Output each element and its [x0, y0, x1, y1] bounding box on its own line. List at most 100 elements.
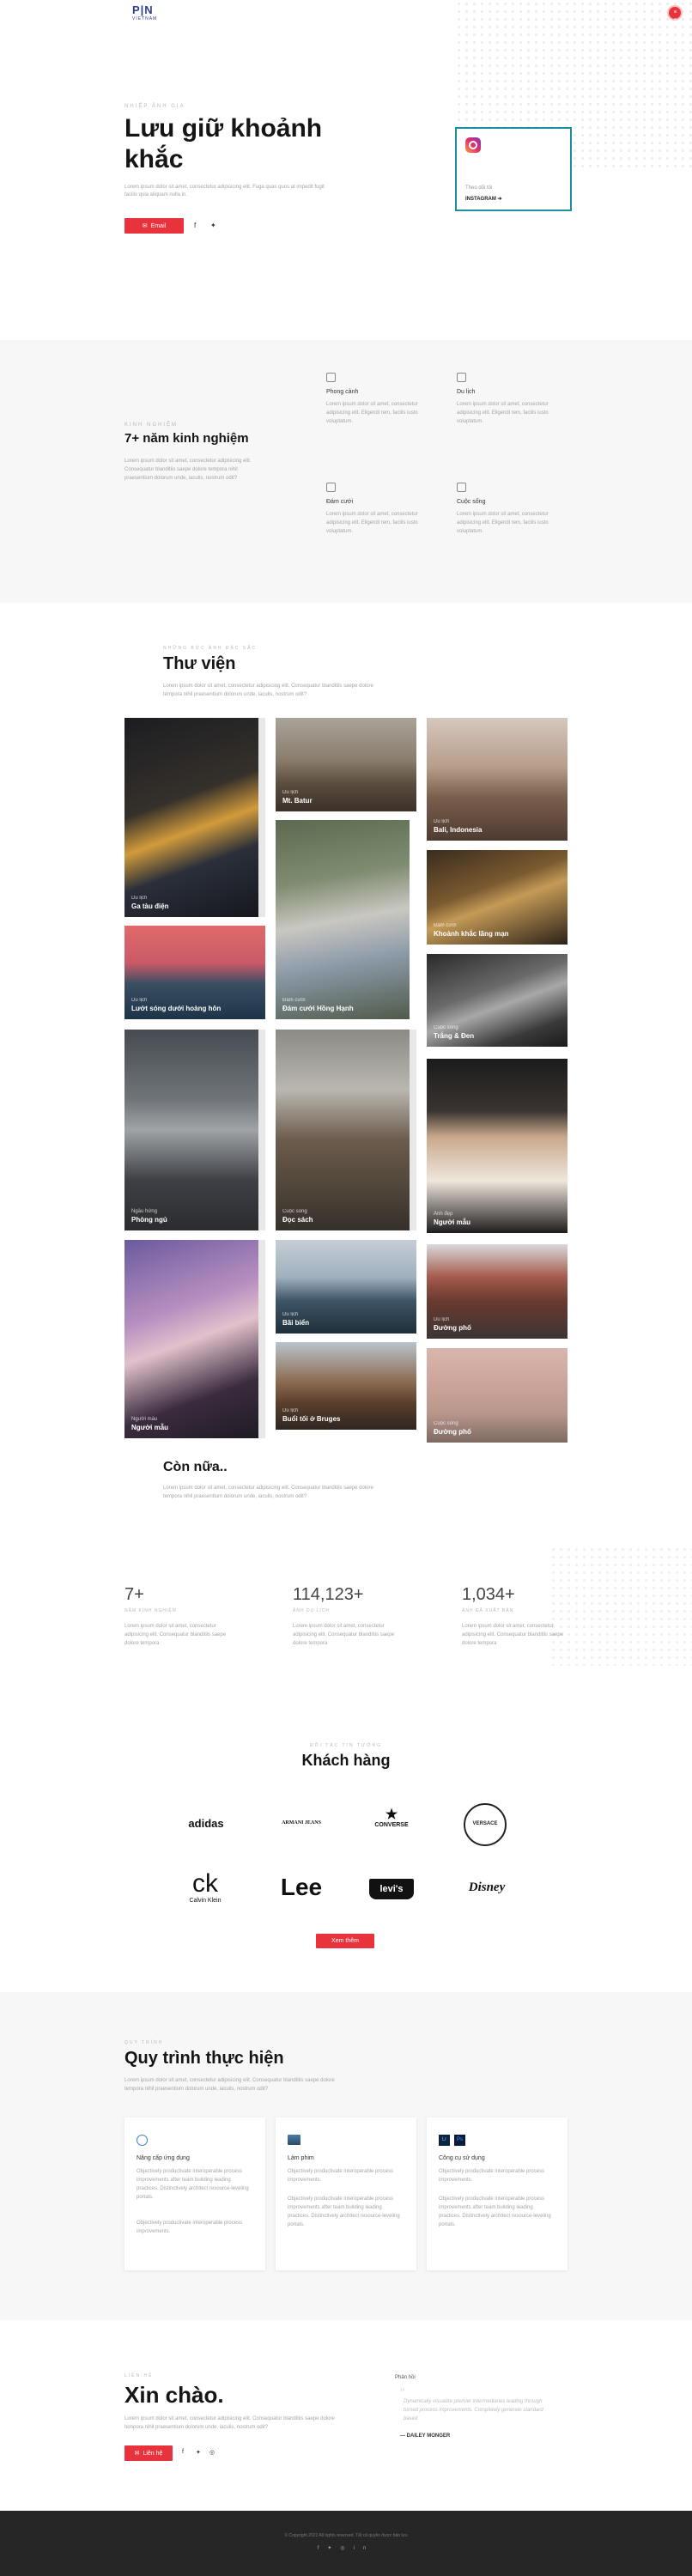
gallery-item-bali[interactable]: Du lịch Bali, Indonesia [427, 718, 568, 841]
feature-title: Du lịch [457, 389, 476, 395]
gallery-item-category: Du lịch [282, 790, 299, 795]
gallery-item-category: Cuộc sống [282, 1209, 307, 1214]
twitter-icon[interactable]: ✦ [210, 222, 216, 229]
calvin-klein-monogram: ck [192, 1869, 218, 1898]
step-text: Objectively productivate interoperable p… [137, 2221, 243, 2234]
contact-button[interactable]: ✉ Liên hệ [124, 2445, 173, 2461]
gallery-item-bruges[interactable]: Du lịch Buổi tối ở Bruges [276, 1342, 416, 1430]
gallery-item-title: Phòng ngủ [131, 1216, 167, 1224]
process-step-film: Làm phim Objectively productivate intero… [276, 2117, 416, 2270]
gallery-item-title: Mt. Batur [282, 797, 313, 805]
gallery-item-category: Người mẫu [131, 1417, 158, 1422]
gallery-item-title: Đường phố [434, 1428, 471, 1436]
gallery-item-title: Đọc sách [282, 1216, 313, 1224]
hero-title: Lưu giữ khoảnh khắc [124, 113, 322, 175]
client-logo-levis-text: levi's [379, 1884, 404, 1894]
site-logo[interactable]: P|N VIETNAM [132, 3, 168, 26]
stat-value: 1,034+ [462, 1585, 515, 1604]
gallery-item-duong-pho[interactable]: Du lịch Đường phố [427, 1244, 568, 1339]
client-logo-converse: ★ CONVERSE [367, 1807, 416, 1829]
contact-text: Lorem ipsum dolor sit amet, consectetur … [124, 2416, 335, 2430]
client-logo-converse-text: CONVERSE [374, 1822, 409, 1828]
gallery-item-edge [258, 1030, 265, 1230]
gallery-item-title: Đám cưới Hồng Hạnh [282, 1005, 354, 1012]
instagram-card[interactable]: Theo dõi tôi INSTAGRAM ➔ [455, 127, 572, 211]
client-logo-versace: VERSACE [464, 1803, 507, 1846]
email-button[interactable]: ✉ Email [124, 218, 184, 234]
feature-title: Đám cưới [326, 499, 354, 505]
gallery-item-title: Khoảnh khắc lãng mạn [434, 930, 509, 938]
process-eyebrow: Quy trình [124, 2040, 164, 2045]
lightroom-icon: Lr [439, 2135, 450, 2146]
gallery-item-category: Đám cưới [282, 998, 306, 1003]
logo-mark: P|N [132, 3, 154, 16]
testimonial-text: Dynamically visualize premier intermedia… [404, 2399, 543, 2421]
feature-title: Cuộc sống [457, 499, 486, 505]
client-logo-levis: levi's [369, 1879, 414, 1899]
gallery-item-luot-song[interactable]: Du lịch Lướt sóng dưới hoàng hôn [124, 926, 265, 1019]
testimonial-label: Phản hồi [395, 2375, 416, 2380]
footer-social: f✦◎in [0, 2545, 692, 2551]
client-logo-calvin-klein: ck Calvin Klein [177, 1869, 234, 1905]
gallery-item-title: Ga tàu điện [131, 902, 169, 910]
gallery-item-doc-sach[interactable]: Cuộc sống Đọc sách [276, 1030, 416, 1230]
facebook-icon[interactable]: f [318, 2546, 328, 2551]
gallery-item-category: Cuộc sống [434, 1421, 458, 1426]
converse-star-icon: ★ [385, 1807, 398, 1822]
stat-value: 7+ [124, 1585, 144, 1604]
feature-text: Lorem ipsum dolor sit amet, consectetur … [326, 512, 418, 534]
process-step-tools: Lr Ps Công cụ sử dụng Objectively produc… [427, 2117, 568, 2270]
gallery-item-title: Đường phố [434, 1324, 471, 1332]
gallery-item-bai-bien[interactable]: Du lịch Bãi biển [276, 1240, 416, 1334]
gallery-item-ga-tau-dien[interactable]: Du lịch Ga tàu điện [124, 718, 265, 917]
gallery-item-duong-pho-2[interactable]: Cuộc sống Đường phố [427, 1348, 568, 1443]
envelope-icon: ✉ [134, 2451, 140, 2457]
feature-text: Lorem ipsum dolor sit amet, consectetur … [457, 402, 549, 424]
feature-title: Phong cảnh [326, 389, 359, 395]
gallery-item-category: Ảnh đẹp [434, 1212, 453, 1217]
gallery-item-edge [410, 1030, 416, 1230]
contact-eyebrow: Liên hệ [124, 2373, 154, 2379]
instagram-link[interactable]: INSTAGRAM ➔ [465, 196, 502, 202]
gallery-item-title: Trắng & Đen [434, 1032, 475, 1040]
twitter-icon[interactable]: ✦ [196, 2449, 201, 2456]
stat-text: Lorem ipsum dolor sit amet, consectetur … [293, 1624, 395, 1646]
linkedin-icon[interactable]: in [354, 2546, 375, 2551]
step-text: Objectively productivate interoperable p… [288, 2196, 400, 2227]
gallery-item-dam-cuoi[interactable]: Đám cưới Đám cưới Hồng Hạnh [276, 820, 410, 1019]
gallery-item-category: Đám cưới [434, 923, 457, 928]
clients-more-button[interactable]: Xem thêm [316, 1934, 374, 1948]
feature-life: Cuộc sống Lorem ipsum dolor sit amet, co… [457, 483, 551, 536]
gallery-item-phong-ngu[interactable]: Ngẫu hứng Phòng ngủ [124, 1030, 265, 1230]
step-title: Nâng cấp ứng dụng [137, 2155, 190, 2161]
gallery-item-category: Du lịch [131, 998, 148, 1003]
stat-years: 7+ Năm kinh nghiệm Lorem ipsum dolor sit… [124, 1585, 236, 1648]
gallery-eyebrow: Những bức ảnh đặc sắc [163, 646, 258, 651]
testimonial-author: — DAILEY MONGER [400, 2433, 451, 2439]
twitter-icon[interactable]: ✦ [327, 2546, 340, 2551]
email-button-label: Email [150, 222, 167, 229]
instagram-link-label: INSTAGRAM [465, 197, 496, 202]
process-text: Lorem ipsum dolor sit amet, consectetur … [124, 2078, 335, 2092]
instagram-icon[interactable]: ◎ [209, 2449, 215, 2456]
stat-label: Năm kinh nghiệm [124, 1608, 177, 1613]
client-logo-calvin-klein-text: Calvin Klein [189, 1898, 222, 1904]
clients-title: Khách hàng [301, 1752, 391, 1769]
instagram-icon[interactable]: ◎ [340, 2546, 353, 2551]
instagram-icon [465, 137, 481, 153]
facebook-icon[interactable]: f [194, 222, 196, 229]
step-text: Objectively productivate interoperable p… [439, 2196, 551, 2227]
clients-more-button-label: Xem thêm [331, 1938, 359, 1944]
gallery-item-trang-den[interactable]: Cuộc sống Trắng & Đen [427, 954, 568, 1047]
gallery-item-lang-man[interactable]: Đám cưới Khoảnh khắc lãng mạn [427, 850, 568, 945]
envelope-icon: ✉ [142, 223, 148, 229]
gallery-item-nguoi-mau[interactable]: Ảnh đẹp Người mẫu [427, 1059, 568, 1233]
facebook-icon[interactable]: f [182, 2449, 184, 2455]
gallery-item-mt-batur[interactable]: Du lịch Mt. Batur [276, 718, 416, 811]
gallery-item-nguoi-mau-2[interactable]: Người mẫu Người mẫu [124, 1240, 265, 1438]
gallery-item-category: Du lịch [434, 819, 450, 824]
experience-title: 7+ năm kinh nghiệm [124, 431, 249, 446]
stat-value: 114,123+ [293, 1585, 364, 1604]
testimonial-author-name: DAILEY MONGER [406, 2433, 451, 2439]
feature-wedding: Đám cưới Lorem ipsum dolor sit amet, con… [326, 483, 421, 536]
